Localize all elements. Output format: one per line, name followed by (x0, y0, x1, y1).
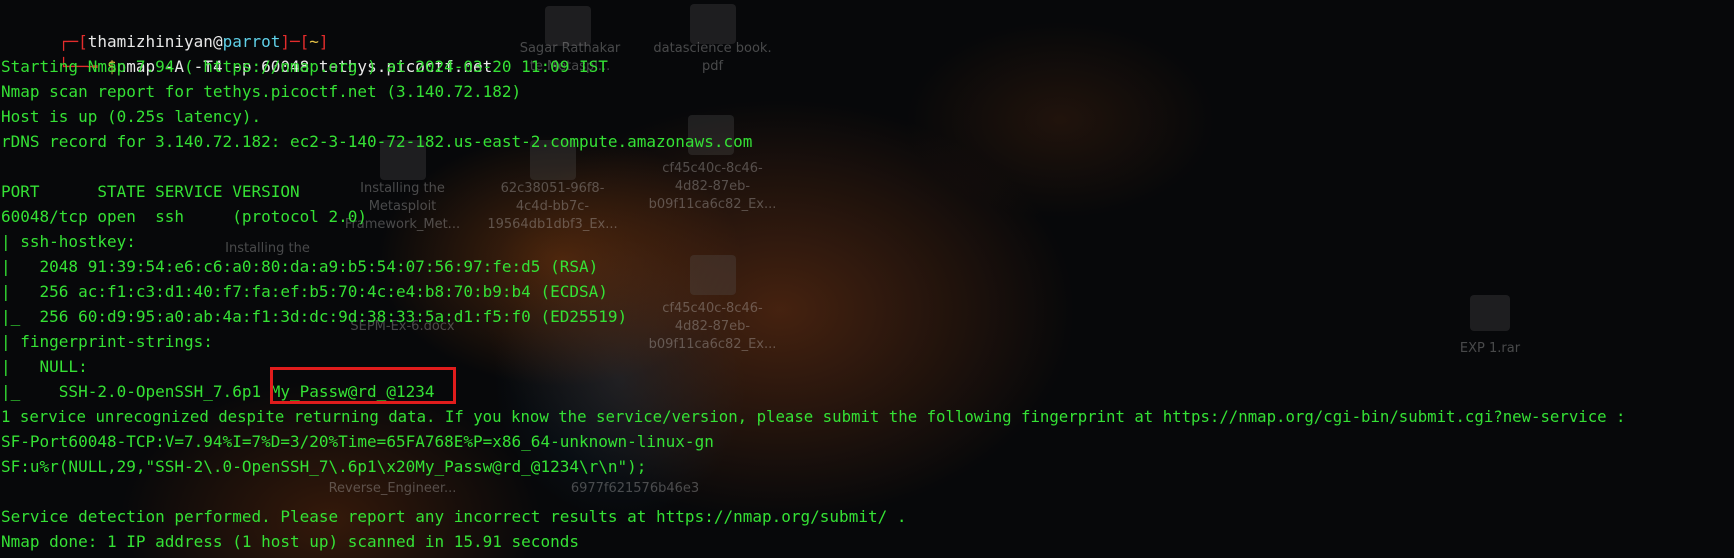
output-line: | NULL: (1, 357, 98, 376)
output-line: Host is up (0.25s latency). (1, 107, 262, 126)
output-line: Nmap done: 1 IP address (1 host up) scan… (1, 532, 579, 551)
output-line: 60048/tcp open ssh (protocol 2.0) (1, 207, 368, 226)
output-line: | 256 ac:f1:c3:d1:40:f7:fa:ef:b5:70:4c:e… (1, 282, 608, 301)
output-line: | ssh-hostkey: (1, 232, 146, 251)
output-line: PORT STATE SERVICE VERSION (1, 182, 300, 201)
output-line: SF-Port60048-TCP:V=7.94%I=7%D=3/20%Time=… (1, 432, 714, 451)
output-line: Service detection performed. Please repo… (1, 507, 907, 526)
desktop-background: Sagar Rathakar te Metaspl... datascience… (0, 0, 1734, 558)
output-line: | 2048 91:39:54:e6:c6:a0:80:da:a9:b5:54:… (1, 257, 599, 276)
output-line: Nmap scan report for tethys.picoctf.net … (1, 82, 522, 101)
output-line: |_ 256 60:d9:95:a0:ab:4a:f1:3d:dc:9d:38:… (1, 307, 628, 326)
output-line: Starting Nmap 7.94 ( https://nmap.org ) … (1, 57, 608, 76)
output-line: | fingerprint-strings: (1, 332, 223, 351)
password-highlight-box (270, 367, 456, 404)
terminal-window[interactable]: ┌─[thamizhiniyan@parrot]─[~] └──╼ $nmap … (0, 0, 1734, 558)
output-line: 1 service unrecognized despite returning… (1, 407, 1626, 426)
output-line: rDNS record for 3.140.72.182: ec2-3-140-… (1, 132, 753, 151)
output-line: SF:u%r(NULL,29,"SSH-2\.0-OpenSSH_7\.6p1\… (1, 457, 647, 476)
